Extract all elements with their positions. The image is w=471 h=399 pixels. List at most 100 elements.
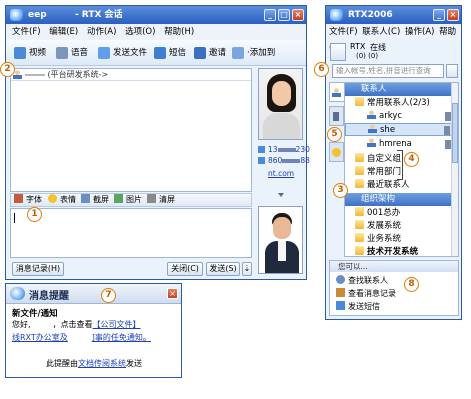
- notification-line-1: 您好, ，点击查看【公司文件】: [12, 319, 141, 330]
- add-to-button[interactable]: ·添加到: [232, 46, 275, 60]
- video-button[interactable]: 视频: [14, 46, 46, 60]
- tab-app[interactable]: [329, 142, 344, 162]
- contact-she[interactable]: she: [345, 123, 458, 136]
- rtx-titlebar[interactable]: RTX2006 _ ×: [326, 6, 461, 24]
- org-item-label: 技术开发系统: [367, 247, 419, 257]
- search-input[interactable]: 输入帐号,姓名,拼音进行查询: [332, 64, 444, 78]
- contact-shoulders: [263, 113, 300, 139]
- notification-titlebar: 消息提醒 ×: [6, 284, 181, 304]
- message-history-button[interactable]: 消息记录(H): [12, 262, 64, 276]
- contact-link[interactable]: nt.com: [268, 169, 294, 178]
- sms-button[interactable]: 短信: [154, 46, 186, 60]
- video-icon: [14, 47, 26, 59]
- org-item-development[interactable]: 发展系统: [345, 220, 458, 233]
- document-system-link[interactable]: 文档传阅系统: [78, 359, 126, 368]
- footer-suffix: 发送: [126, 359, 142, 368]
- session-user-redacted: [25, 73, 45, 76]
- notification-title: 消息提醒: [29, 291, 69, 302]
- menu-contacts[interactable]: 联系人(C): [362, 27, 400, 37]
- contacts-header[interactable]: 联系人: [345, 83, 458, 96]
- rtx-menubar: 文件(F) 联系人(C) 操作(A) 帮助(H): [326, 24, 461, 53]
- send-sms-link[interactable]: 发送短信: [330, 300, 458, 313]
- close-window-button[interactable]: ×: [447, 9, 459, 21]
- send-options-button[interactable]: ⇣: [242, 262, 252, 276]
- tree-scrollbar[interactable]: [451, 83, 458, 256]
- message-history-area[interactable]: (平台研发系统->: [10, 68, 252, 192]
- invite-button[interactable]: 邀请: [194, 46, 226, 60]
- contact-arkyc[interactable]: arkyc: [345, 110, 458, 123]
- view-history-link[interactable]: 查看消息记录: [330, 287, 458, 300]
- contact-phone-1: 13 230: [258, 145, 310, 154]
- callout-4: 4: [404, 152, 419, 167]
- contact-label: she: [380, 125, 396, 135]
- screenshot-button[interactable]: 截屏: [81, 194, 109, 206]
- send-button[interactable]: 发送(S): [206, 262, 240, 276]
- group-recent[interactable]: 最近联系人: [345, 179, 458, 192]
- contact-group-frequent[interactable]: 常用联系人(2/3): [345, 97, 458, 110]
- clear-button[interactable]: 清屏: [147, 194, 175, 206]
- scrollbar-thumb[interactable]: [452, 103, 458, 163]
- chat-menubar: 文件(F) 编辑(E) 动作(A) 选项(O) 帮助(H): [6, 24, 306, 40]
- tab-contacts[interactable]: [329, 82, 344, 102]
- chat-titlebar[interactable]: eep - RTX 会话 _ □ ×: [6, 6, 306, 24]
- font-button[interactable]: 字体: [14, 194, 42, 206]
- history-icon: [336, 288, 345, 297]
- close-window-button[interactable]: ×: [292, 9, 304, 21]
- org-item-tech[interactable]: 技术开发系统: [345, 246, 458, 257]
- tasks-header: 您可以...: [330, 261, 458, 272]
- close-chat-button[interactable]: 关闭(C): [167, 262, 203, 276]
- menu-file[interactable]: 文件(F): [329, 27, 358, 37]
- folder-icon: [355, 153, 364, 162]
- minimize-button[interactable]: _: [433, 9, 445, 21]
- phone-1-suffix: 230: [295, 145, 310, 154]
- company-file-link[interactable]: 【公司文件】: [93, 320, 141, 329]
- splitter-arrow-icon[interactable]: [278, 193, 284, 197]
- menu-action[interactable]: 操作(A): [405, 27, 434, 37]
- notice-link-suffix[interactable]: ]事的任免通知: [92, 333, 143, 342]
- rtx-logo-icon: [10, 9, 23, 21]
- folder-icon: [355, 246, 364, 255]
- redacted-bar: [282, 159, 301, 163]
- clear-icon: [147, 194, 156, 203]
- maximize-button[interactable]: □: [278, 9, 290, 21]
- minimize-button[interactable]: _: [264, 9, 276, 21]
- group-label: 常用部门: [367, 167, 402, 177]
- voice-icon: [56, 47, 68, 59]
- image-button[interactable]: 图片: [114, 194, 142, 206]
- contact-face: [272, 81, 291, 106]
- folder-icon: [355, 207, 364, 216]
- tab-mobile[interactable]: [329, 106, 344, 126]
- org-item-general-office[interactable]: 001总办: [345, 207, 458, 220]
- message-input[interactable]: [10, 208, 252, 258]
- search-dropdown-button[interactable]: [446, 64, 458, 78]
- account-name: RTX: [350, 42, 366, 51]
- callout-3: 3: [333, 183, 348, 198]
- menu-help[interactable]: 帮助(H): [164, 27, 194, 37]
- invite-icon: [194, 47, 206, 59]
- menu-edit[interactable]: 编辑(E): [49, 27, 78, 37]
- notification-popup: 消息提醒 × 新文件/通知 您好, ，点击查看【公司文件】 线RXT办公室及]事的…: [5, 283, 182, 378]
- add-to-icon: [232, 47, 244, 59]
- notice-link-prefix[interactable]: 线RXT办公室及: [12, 333, 68, 342]
- menu-file[interactable]: 文件(F): [12, 27, 41, 37]
- emoticon-button[interactable]: 表情: [48, 194, 76, 206]
- menu-options[interactable]: 选项(O): [125, 27, 155, 37]
- org-header[interactable]: 组织架构: [345, 193, 458, 206]
- chat-toolbar: 视频 语音 发送文件 短信 邀请 ·添加到: [6, 40, 306, 66]
- find-contact-link[interactable]: 查找联系人: [330, 274, 458, 287]
- notification-footer: 此提醒由文档传阅系统发送: [46, 358, 142, 369]
- voice-button[interactable]: 语音: [56, 46, 88, 60]
- folder-icon: [355, 166, 364, 175]
- menu-action[interactable]: 动作(A): [87, 27, 116, 37]
- notification-close-button[interactable]: ×: [167, 288, 178, 299]
- line1-text: ，点击查看: [52, 320, 93, 329]
- user-icon: [367, 138, 376, 147]
- contact-phone-2: 860 88: [258, 156, 310, 165]
- org-item-business[interactable]: 业务系统: [345, 233, 458, 246]
- send-file-button[interactable]: 发送文件: [98, 46, 147, 60]
- image-icon: [114, 194, 123, 203]
- avatar[interactable]: [330, 43, 346, 61]
- greeting-text: 您好,: [12, 320, 31, 329]
- user-icon: [367, 110, 376, 119]
- message-counters[interactable]: (0) (0): [356, 52, 378, 60]
